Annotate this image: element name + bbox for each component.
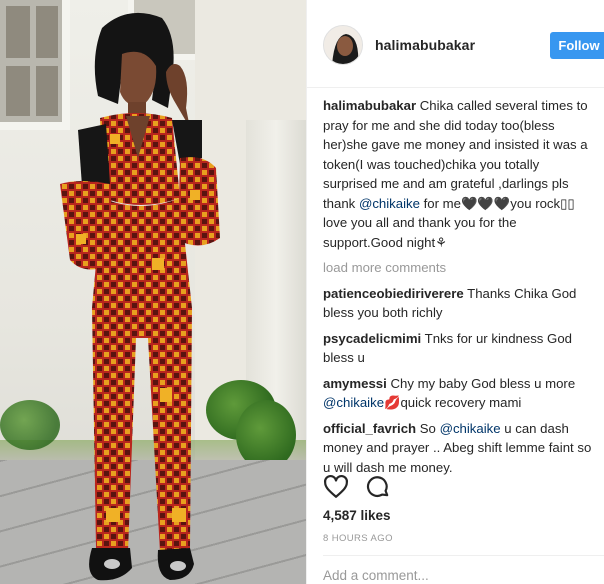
comment-username[interactable]: amymessi	[323, 376, 387, 391]
caption-text: Chika called several times to pray for m…	[323, 98, 588, 211]
post-actions	[323, 474, 423, 500]
comment-username[interactable]: official_favrich	[323, 421, 416, 436]
heart-icon[interactable]	[323, 474, 349, 500]
post-timestamp[interactable]: 8 HOURS AGO	[323, 533, 393, 544]
avatar-image	[324, 26, 362, 64]
comment-text: So	[416, 420, 440, 436]
caption: halimabubakar Chika called several times…	[323, 96, 593, 252]
post-header: halimabubakar Follow	[307, 0, 604, 88]
comment-text: Chy my baby God bless u more	[386, 375, 576, 391]
caption-mention-link[interactable]: @chikaike	[359, 196, 420, 211]
load-more-comments-link[interactable]: load more comments	[323, 258, 593, 278]
comments-list: halimabubakar Chika called several times…	[323, 96, 593, 483]
comment-item: official_favrich So @chikaike u can dash…	[323, 419, 593, 478]
post-details-panel: halimabubakar Follow halimabubakar Chika…	[306, 0, 604, 584]
comment-bubble-icon[interactable]	[365, 474, 391, 500]
divider	[323, 555, 604, 556]
woman-in-print-jumpsuit	[60, 12, 220, 581]
follow-button[interactable]: Follow	[550, 32, 604, 59]
author-username[interactable]: halimabubakar	[375, 37, 475, 53]
comment-mention-link[interactable]: @chikaike	[323, 395, 384, 410]
comment-username[interactable]: patienceobiediriverere	[323, 286, 464, 301]
comment-item: patienceobiediriverere Thanks Chika God …	[323, 284, 593, 323]
comment-username[interactable]: psycadelicmimi	[323, 331, 421, 346]
add-comment-input[interactable]	[323, 568, 583, 583]
avatar[interactable]	[323, 25, 363, 65]
comment-text-end: 💋quick recovery mami	[384, 395, 522, 410]
likes-count[interactable]: 4,587 likes	[323, 508, 391, 523]
post-photo[interactable]	[0, 0, 306, 584]
caption-username[interactable]: halimabubakar	[323, 98, 416, 113]
comment-item: psycadelicmimi Tnks for ur kindness God …	[323, 329, 593, 368]
comment-mention-link[interactable]: @chikaike	[440, 421, 501, 436]
comment-item: amymessi Chy my baby God bless u more @c…	[323, 374, 593, 413]
